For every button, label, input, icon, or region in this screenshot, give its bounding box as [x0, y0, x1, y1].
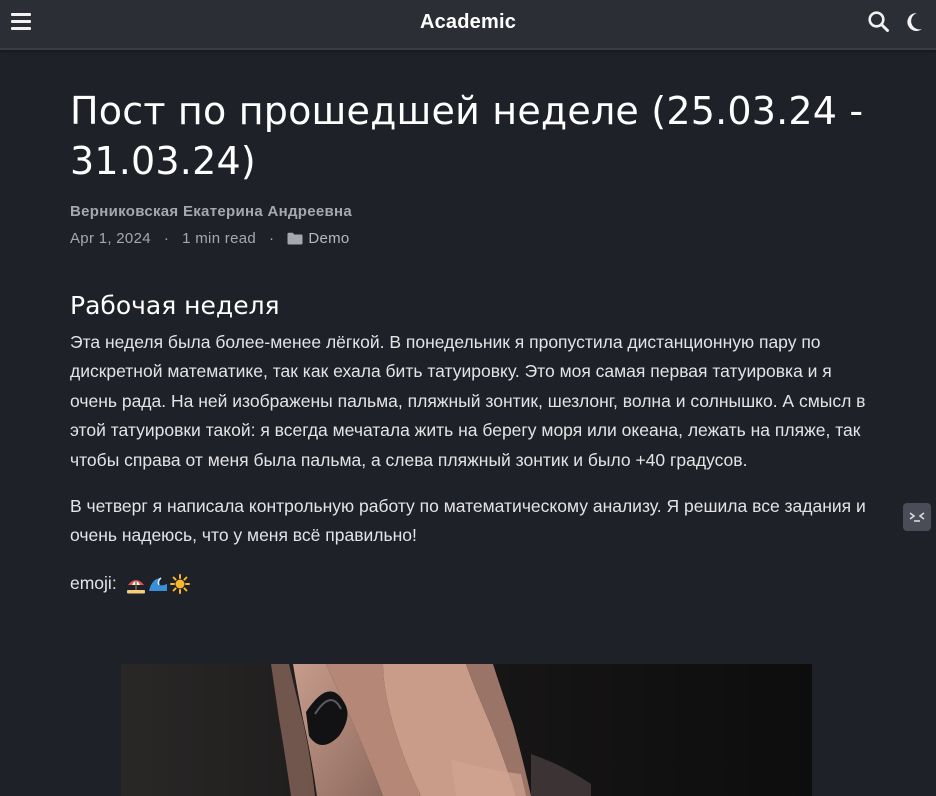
- sun-icon: [169, 574, 190, 595]
- moon-icon[interactable]: [903, 10, 925, 34]
- terminal-prompt-icon[interactable]: [903, 503, 931, 531]
- folder-icon: [287, 232, 303, 245]
- article-photo: [121, 664, 812, 796]
- wave-icon: [148, 574, 168, 594]
- article-content: Пост по прошедшей неделе (25.03.24 - 31.…: [70, 86, 870, 598]
- page-title: Пост по прошедшей неделе (25.03.24 - 31.…: [70, 89, 864, 183]
- article-paragraph: В четверг я написала контрольную работу …: [70, 496, 866, 546]
- site-brand: Academic: [0, 11, 936, 34]
- search-icon[interactable]: [867, 10, 891, 34]
- category-link[interactable]: Demo: [308, 230, 349, 247]
- meta-separator: ·: [269, 230, 275, 247]
- emoji-line: emoji:: [70, 569, 870, 598]
- meta-separator: ·: [163, 230, 170, 247]
- article-author: Верниковская Екатерина Андреевна: [70, 203, 870, 220]
- reading-time: 1 min read: [182, 230, 257, 247]
- top-navbar: Academic: [0, 0, 936, 50]
- section-heading: Рабочая неделя: [70, 291, 280, 320]
- author-link[interactable]: Верниковская Екатерина Андреевна: [70, 203, 352, 220]
- emoji-label: emoji:: [70, 572, 117, 593]
- article-paragraph: Эта неделя была более-менее лёгкой. В по…: [70, 332, 866, 470]
- article-metadata: Apr 1, 2024 · 1 min read · Demo: [70, 230, 870, 247]
- brand-link[interactable]: Academic: [420, 11, 516, 33]
- publish-date: Apr 1, 2024: [70, 230, 151, 247]
- beach-umbrella-icon: [126, 574, 146, 594]
